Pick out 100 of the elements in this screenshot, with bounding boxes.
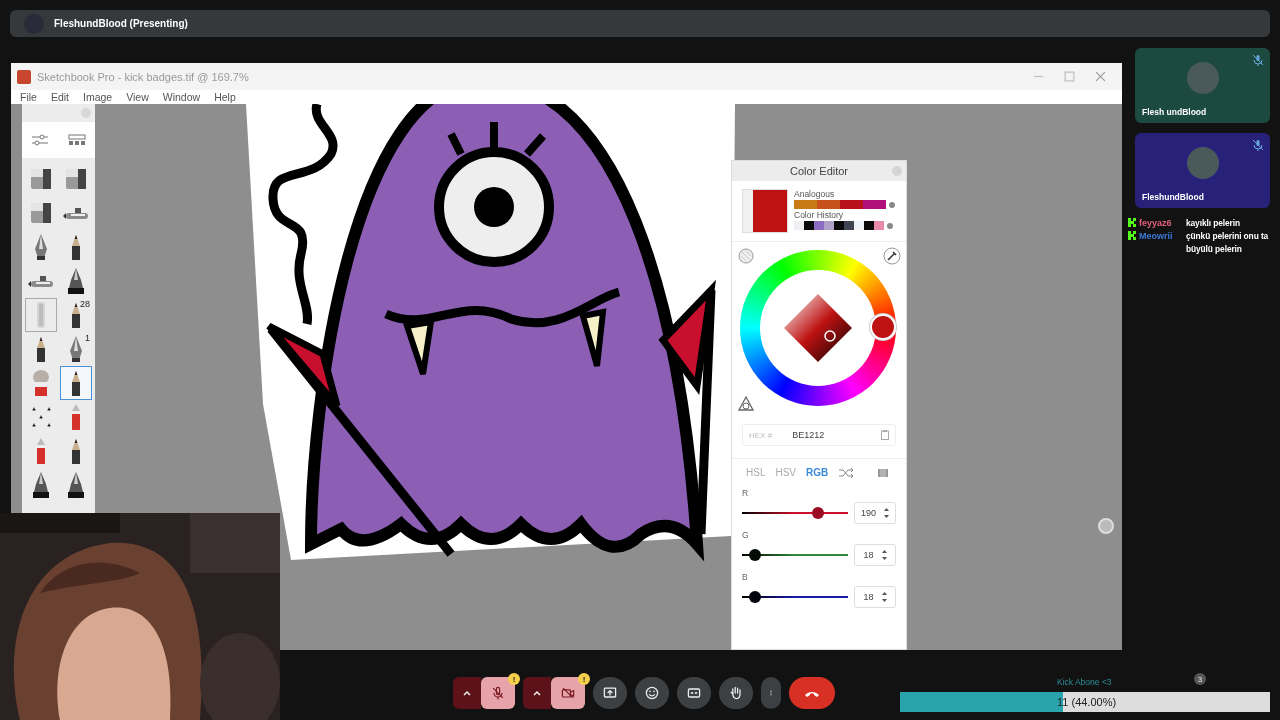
color-swatch[interactable] xyxy=(814,221,824,230)
color-swatch[interactable] xyxy=(804,221,814,230)
menu-item[interactable]: Edit xyxy=(43,91,76,103)
clipboard-icon[interactable] xyxy=(881,430,889,440)
bars-icon[interactable] xyxy=(878,468,889,477)
captions-button[interactable] xyxy=(677,677,711,709)
number-field[interactable]: 18 xyxy=(854,586,896,608)
slider-thumb[interactable] xyxy=(812,507,824,519)
alert-badge: ! xyxy=(578,673,590,685)
slider-label: B xyxy=(742,572,749,582)
chat-username: Meowrii xyxy=(1139,231,1174,241)
kick-icon xyxy=(1128,218,1136,227)
camera-off-icon xyxy=(560,685,576,701)
pencil-icon xyxy=(71,233,81,261)
close-icon[interactable] xyxy=(1095,71,1106,82)
grid-icon xyxy=(66,132,87,148)
number-field[interactable]: 190 xyxy=(854,502,896,524)
grid-button[interactable] xyxy=(66,132,87,148)
more-icon[interactable] xyxy=(887,222,893,229)
color-swatch[interactable] xyxy=(844,221,854,230)
airbrush-icon xyxy=(28,274,54,288)
color-swatch[interactable] xyxy=(840,200,863,209)
marker-icon xyxy=(71,403,81,431)
alert-badge: ! xyxy=(508,673,520,685)
avatar xyxy=(1187,62,1219,94)
present-screen-icon xyxy=(602,685,618,701)
pencil-icon xyxy=(71,437,81,465)
color-swatch[interactable] xyxy=(874,221,884,230)
sliders-icon xyxy=(30,132,51,148)
eyedropper-icon[interactable] xyxy=(882,246,902,266)
camera-button[interactable] xyxy=(551,677,585,709)
color-swatch[interactable] xyxy=(864,221,874,230)
window-title: Sketchbook Pro - kick badges.tif @ 169.7% xyxy=(37,70,250,83)
mode-tab[interactable]: RGB xyxy=(806,467,829,478)
caret-icon xyxy=(462,688,472,698)
tool-button[interactable]: 28 xyxy=(60,298,92,332)
menu-item[interactable]: File xyxy=(13,91,44,103)
settings-button[interactable] xyxy=(30,132,51,148)
participant-tile[interactable]: Flesh undBlood xyxy=(1135,48,1270,123)
pen-nib-icon xyxy=(69,335,83,363)
emoji-icon xyxy=(644,685,660,701)
poll-reading: 11 (44.00%) xyxy=(1057,696,1117,708)
color-swatch[interactable] xyxy=(824,221,834,230)
marker-icon xyxy=(36,437,46,465)
size-label: 28 xyxy=(80,299,90,309)
mic-button[interactable] xyxy=(481,677,515,709)
avatar xyxy=(1187,147,1219,179)
spinner-icon[interactable] xyxy=(881,591,887,603)
eraser-icon xyxy=(30,202,52,224)
participant-name: Flesh undBlood xyxy=(1142,107,1207,117)
current-color-swatch xyxy=(742,189,788,233)
tool-button[interactable]: 1 xyxy=(60,332,92,366)
kick-icon xyxy=(1128,231,1136,240)
color-swatch[interactable] xyxy=(863,200,886,209)
tool-button[interactable] xyxy=(60,366,92,400)
triangle-icon[interactable] xyxy=(736,394,756,414)
number-field[interactable]: 18 xyxy=(854,544,896,566)
color-swatch[interactable] xyxy=(817,200,840,209)
color-swatch[interactable] xyxy=(834,221,844,230)
participant-name: FleshundBlood xyxy=(1142,192,1204,202)
slider-label: G xyxy=(742,530,750,540)
ink-pen-icon xyxy=(32,471,50,499)
panel-title: Color Editor xyxy=(789,165,849,177)
emoji-button[interactable] xyxy=(635,677,669,709)
pen-nib-icon xyxy=(34,233,48,261)
color-swatch[interactable] xyxy=(854,221,864,230)
present-button[interactable] xyxy=(593,677,627,709)
hand-button[interactable] xyxy=(719,677,753,709)
stars-icon xyxy=(30,406,52,428)
menu-item[interactable]: Window xyxy=(155,91,208,103)
shuffle-icon[interactable] xyxy=(838,467,855,478)
presenter-name: FleshundBlood (Presenting) xyxy=(54,18,188,29)
hex-field[interactable]: HEX # BE1212 xyxy=(742,424,896,446)
raise-hand-icon xyxy=(728,685,744,701)
slider-thumb[interactable] xyxy=(748,549,761,561)
color-swatch[interactable] xyxy=(794,221,804,230)
smudge-icon xyxy=(36,301,46,329)
hue-handle[interactable] xyxy=(870,314,896,340)
size-label: 1 xyxy=(85,333,90,343)
saturation-diamond[interactable] xyxy=(784,294,852,362)
more-icon[interactable] xyxy=(889,201,895,208)
slider-thumb[interactable] xyxy=(748,591,761,603)
pencil-icon xyxy=(71,301,81,329)
spinner-icon[interactable] xyxy=(881,549,887,561)
brush-icon xyxy=(32,369,50,397)
menu-item[interactable]: Help xyxy=(207,91,243,103)
spinner-icon[interactable] xyxy=(884,507,889,519)
palette-label: Color History xyxy=(794,210,845,220)
eraser-icon xyxy=(65,168,87,190)
chat-username: feyyaz6 xyxy=(1139,218,1173,228)
color-swatch[interactable] xyxy=(794,200,817,209)
caret-icon xyxy=(532,688,542,698)
menu-item[interactable]: Image xyxy=(76,91,120,103)
menu-item[interactable]: View xyxy=(119,91,156,103)
participant-tile[interactable]: FleshundBlood xyxy=(1135,133,1270,208)
eraser-icon xyxy=(30,168,52,190)
count-badge: 3 xyxy=(1194,673,1206,685)
hangup-button[interactable] xyxy=(789,677,835,709)
chat-message: çünkü pelerini onu ta xyxy=(1186,231,1269,241)
captions-icon xyxy=(686,685,702,701)
